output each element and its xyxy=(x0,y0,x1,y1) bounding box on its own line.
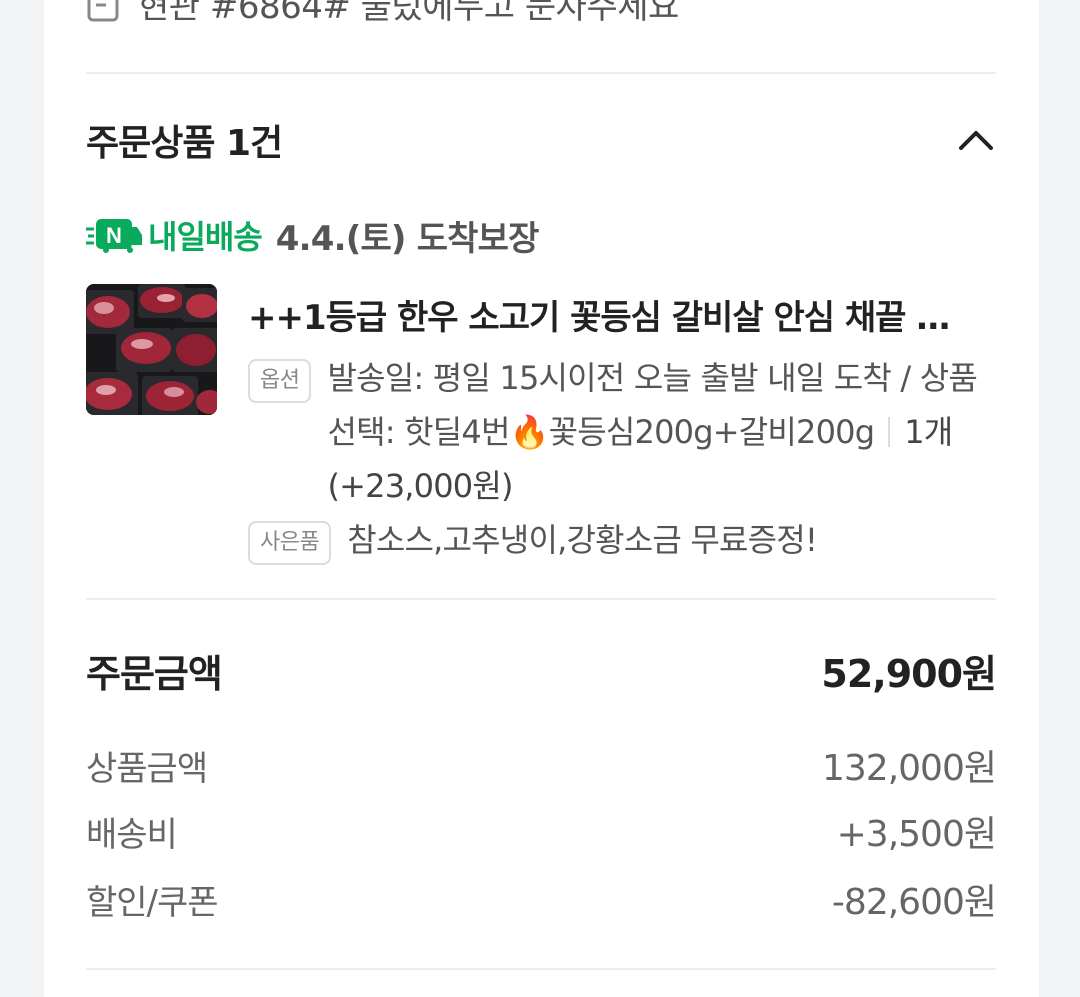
chevron-up-icon[interactable] xyxy=(956,120,996,160)
product-name[interactable]: ++1등급 한우 소고기 꽃등심 갈비살 안심 채끝 모둠 선물세트 xyxy=(248,290,968,339)
order-total-label: 주문금액 xyxy=(86,651,223,696)
option-tag: 옵션 xyxy=(248,359,312,403)
discount-value: -82,600원 xyxy=(831,882,997,923)
gift-row: 사은품 참소스,고추냉이,강황소금 무료증정! xyxy=(248,519,996,567)
option-text: 발송일: 평일 15시이전 오늘 출발 내일 도착 / 상품 선택: 핫딜4번🔥… xyxy=(327,351,996,513)
discount-row: 할인/쿠폰 -82,600원 xyxy=(86,874,997,924)
svg-text:N: N xyxy=(106,223,122,248)
product-amount-label: 상품금액 xyxy=(86,748,208,789)
divider xyxy=(86,598,996,600)
order-total-row: 주문금액 52,900원 xyxy=(86,640,997,700)
quantity-separator xyxy=(888,417,891,447)
product-amount-row: 상품금액 132,000원 xyxy=(86,740,997,790)
order-items-header[interactable]: 주문상품 1건 xyxy=(86,110,996,170)
gift-tag: 사은품 xyxy=(248,521,332,565)
divider xyxy=(86,968,996,970)
delivery-guarantee-row: N 내일배송 4.4.(토) 도착보장 xyxy=(86,210,996,260)
product-thumbnail[interactable] xyxy=(86,284,217,415)
gift-text: 참소스,고추냉이,강황소금 무료증정! xyxy=(347,521,818,559)
order-detail-card: 현관 #6864# 눌렀에두고 문자주세요 주문상품 1건 N 내일배송 4.4 xyxy=(44,0,1039,997)
tomorrow-delivery-label: 내일배송 xyxy=(148,218,263,256)
delivery-memo-text: 현관 #6864# 눌렀에두고 문자주세요 xyxy=(138,0,679,27)
product-amount-value: 132,000원 xyxy=(822,748,997,789)
order-total-value: 52,900원 xyxy=(821,651,997,696)
memo-icon xyxy=(86,0,122,23)
shipping-fee-label: 배송비 xyxy=(86,814,178,855)
tomorrow-delivery-badge: N 내일배송 xyxy=(86,212,263,258)
product-item[interactable]: ++1등급 한우 소고기 꽃등심 갈비살 안심 채끝 모둠 선물세트 옵션 발송… xyxy=(86,284,996,574)
delivery-memo-row: 현관 #6864# 눌렀에두고 문자주세요 xyxy=(86,0,996,28)
shipping-fee-row: 배송비 +3,500원 xyxy=(86,806,997,856)
product-info: ++1등급 한우 소고기 꽃등심 갈비살 안심 채끝 모둠 선물세트 옵션 발송… xyxy=(248,290,996,567)
option-row: 옵션 발송일: 평일 15시이전 오늘 출발 내일 도착 / 상품 선택: 핫딜… xyxy=(248,357,996,513)
order-items-title: 주문상품 1건 xyxy=(86,123,283,164)
arrival-guarantee-text: 4.4.(토) 도착보장 xyxy=(275,218,540,259)
shipping-fee-value: +3,500원 xyxy=(836,814,997,855)
divider xyxy=(86,72,996,74)
truck-n-icon: N xyxy=(86,219,142,253)
discount-label: 할인/쿠폰 xyxy=(86,882,219,923)
option-detail: 발송일: 평일 15시이전 오늘 출발 내일 도착 / 상품 선택: 핫딜4번🔥… xyxy=(327,359,978,451)
